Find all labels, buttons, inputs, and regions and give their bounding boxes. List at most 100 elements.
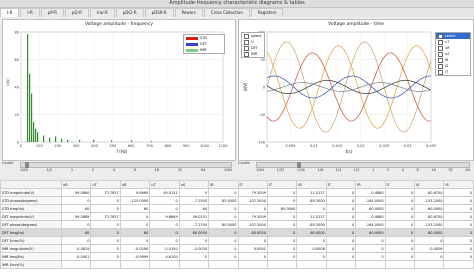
- table-cell[interactable]: [414, 260, 445, 269]
- table-cell[interactable]: 0: [266, 244, 298, 253]
- table-cell[interactable]: 80.6700: [414, 188, 445, 197]
- table-cell[interactable]: [208, 260, 239, 269]
- table-cell[interactable]: 49.0151: [178, 212, 210, 221]
- table-cell[interactable]: 80.6700: [414, 212, 445, 221]
- checkbox[interactable]: [438, 45, 443, 51]
- column-header[interactable]: iS: [443, 180, 474, 189]
- left-legend-item[interactable]: IMR: [184, 47, 224, 53]
- table-cell[interactable]: 0: [355, 236, 386, 245]
- table-cell[interactable]: -0.0290: [119, 244, 151, 253]
- table-cell[interactable]: 0: [266, 252, 298, 261]
- table-cell[interactable]: -0.0034: [178, 244, 210, 253]
- table-cell[interactable]: -164.0000: [355, 196, 386, 205]
- table-cell[interactable]: 0: [296, 236, 327, 245]
- checkbox[interactable]: [244, 45, 249, 51]
- table-cell[interactable]: 0: [384, 244, 416, 253]
- checkbox[interactable]: [438, 57, 443, 63]
- table-cell[interactable]: 73.7857: [90, 188, 121, 197]
- table-cell[interactable]: -0.9999: [119, 252, 151, 261]
- table-cell[interactable]: 0.4880: [355, 212, 386, 221]
- column-header[interactable]: iR: [208, 180, 239, 189]
- table-cell[interactable]: -0.0829: [60, 244, 92, 253]
- tab-8[interactable]: Cross Collection: [203, 8, 250, 17]
- table-cell[interactable]: 73.7857: [90, 212, 121, 221]
- table-cell[interactable]: 0: [237, 252, 268, 261]
- table-cell[interactable]: 0: [266, 236, 298, 245]
- table-cell[interactable]: 60.0000: [355, 204, 386, 213]
- table-cell[interactable]: 0: [443, 188, 474, 197]
- table-row[interactable]: DFT Error(%) 0 0 0 0 0 0 0 0 0 0 0 0 0 0: [0, 236, 474, 245]
- checkbox[interactable]: [438, 63, 443, 69]
- tab-0[interactable]: I-R: [0, 8, 20, 17]
- table-cell[interactable]: 0: [443, 204, 474, 213]
- table-cell[interactable]: 0: [237, 204, 268, 213]
- table-cell[interactable]: -0.0150: [149, 244, 180, 253]
- table-cell[interactable]: 79.3009: [237, 212, 268, 221]
- table-row[interactable]: STD phase(degrees) 0 0 -125.0000 0 -7.2500 85.…: [0, 196, 474, 205]
- table-cell[interactable]: 11.0117: [296, 188, 327, 197]
- column-header[interactable]: iT: [384, 180, 416, 189]
- column-header[interactable]: uR: [60, 180, 92, 189]
- table-cell[interactable]: [178, 260, 210, 269]
- table-cell[interactable]: 0: [384, 236, 416, 245]
- table-cell[interactable]: 0: [149, 236, 180, 245]
- table-cell[interactable]: -164.0000: [355, 220, 386, 229]
- column-header[interactable]: iR: [296, 180, 327, 189]
- column-header[interactable]: iT: [325, 180, 357, 189]
- tab-9[interactable]: Registers: [250, 8, 284, 17]
- table-cell[interactable]: 0: [325, 220, 357, 229]
- table-cell[interactable]: 0: [384, 212, 416, 221]
- checkbox[interactable]: [244, 39, 249, 45]
- table-cell[interactable]: 0: [325, 204, 357, 213]
- table-cell[interactable]: 0: [178, 236, 210, 245]
- table-cell[interactable]: 0: [384, 196, 416, 205]
- table-cell[interactable]: 0: [325, 188, 357, 197]
- table-row[interactable]: IMR magnitude(V) -0.0829 0 -0.0290 -0.0150 -0…: [0, 244, 474, 253]
- table-cell[interactable]: 0: [119, 212, 151, 221]
- table-cell[interactable]: 0: [149, 196, 180, 205]
- table-row[interactable]: IMR freq(Hz) -0.0001 0 -0.9999 4.6100 0 0 0 0 0 0 0…: [0, 252, 474, 261]
- table-cell[interactable]: 60: [119, 228, 151, 237]
- checkbox[interactable]: [244, 51, 249, 57]
- table-cell[interactable]: 0: [384, 204, 416, 213]
- table-cell[interactable]: 60.0000: [266, 204, 298, 213]
- table-cell[interactable]: [237, 260, 268, 269]
- table-cell[interactable]: [355, 260, 386, 269]
- table-cell[interactable]: 60.0000: [178, 228, 210, 237]
- tab-2[interactable]: pP-R: [40, 8, 64, 17]
- table-row[interactable]: DFT phase(degrees) 0 0 0 0 -7.2700 80.0000 -107…: [0, 220, 474, 229]
- right-left-legend-item[interactable]: IMR: [242, 51, 264, 57]
- table-cell[interactable]: 0: [325, 196, 357, 205]
- table-cell[interactable]: 0: [384, 188, 416, 197]
- table-cell[interactable]: 0: [355, 244, 386, 253]
- table-cell[interactable]: 60.0000: [414, 228, 445, 237]
- table-cell[interactable]: 85.0000: [208, 196, 239, 205]
- table-cell[interactable]: 0: [60, 236, 92, 245]
- table-cell[interactable]: 0: [266, 196, 298, 205]
- table-cell[interactable]: 0: [149, 228, 180, 237]
- tab-6[interactable]: pDSR-R: [144, 8, 174, 17]
- table-cell[interactable]: 0: [208, 244, 239, 253]
- table-cell[interactable]: -7.2500: [178, 196, 210, 205]
- table-cell[interactable]: 0: [443, 196, 474, 205]
- checkbox[interactable]: [244, 33, 249, 39]
- table-cell[interactable]: 99.0860: [60, 188, 92, 197]
- table-cell[interactable]: 60: [178, 204, 210, 213]
- table-cell[interactable]: -89.3000: [296, 196, 327, 205]
- table-cell[interactable]: [266, 260, 298, 269]
- table-cell[interactable]: 0: [178, 252, 210, 261]
- table-cell[interactable]: [443, 260, 474, 269]
- table-cell[interactable]: 80.0000: [208, 220, 239, 229]
- table-cell[interactable]: 0: [208, 236, 239, 245]
- table-cell[interactable]: 0: [119, 236, 151, 245]
- table-cell[interactable]: 0: [384, 220, 416, 229]
- table-cell[interactable]: 0: [90, 244, 121, 253]
- table-cell[interactable]: 0: [90, 228, 121, 237]
- table-cell[interactable]: 0: [355, 252, 386, 261]
- table-cell[interactable]: 99.0869: [60, 212, 92, 221]
- table-cell[interactable]: 0: [90, 252, 121, 261]
- table-cell[interactable]: 0: [325, 252, 357, 261]
- table-cell[interactable]: -7.2700: [178, 220, 210, 229]
- table-cell[interactable]: 0: [296, 252, 327, 261]
- table-cell[interactable]: -107.3000: [237, 196, 268, 205]
